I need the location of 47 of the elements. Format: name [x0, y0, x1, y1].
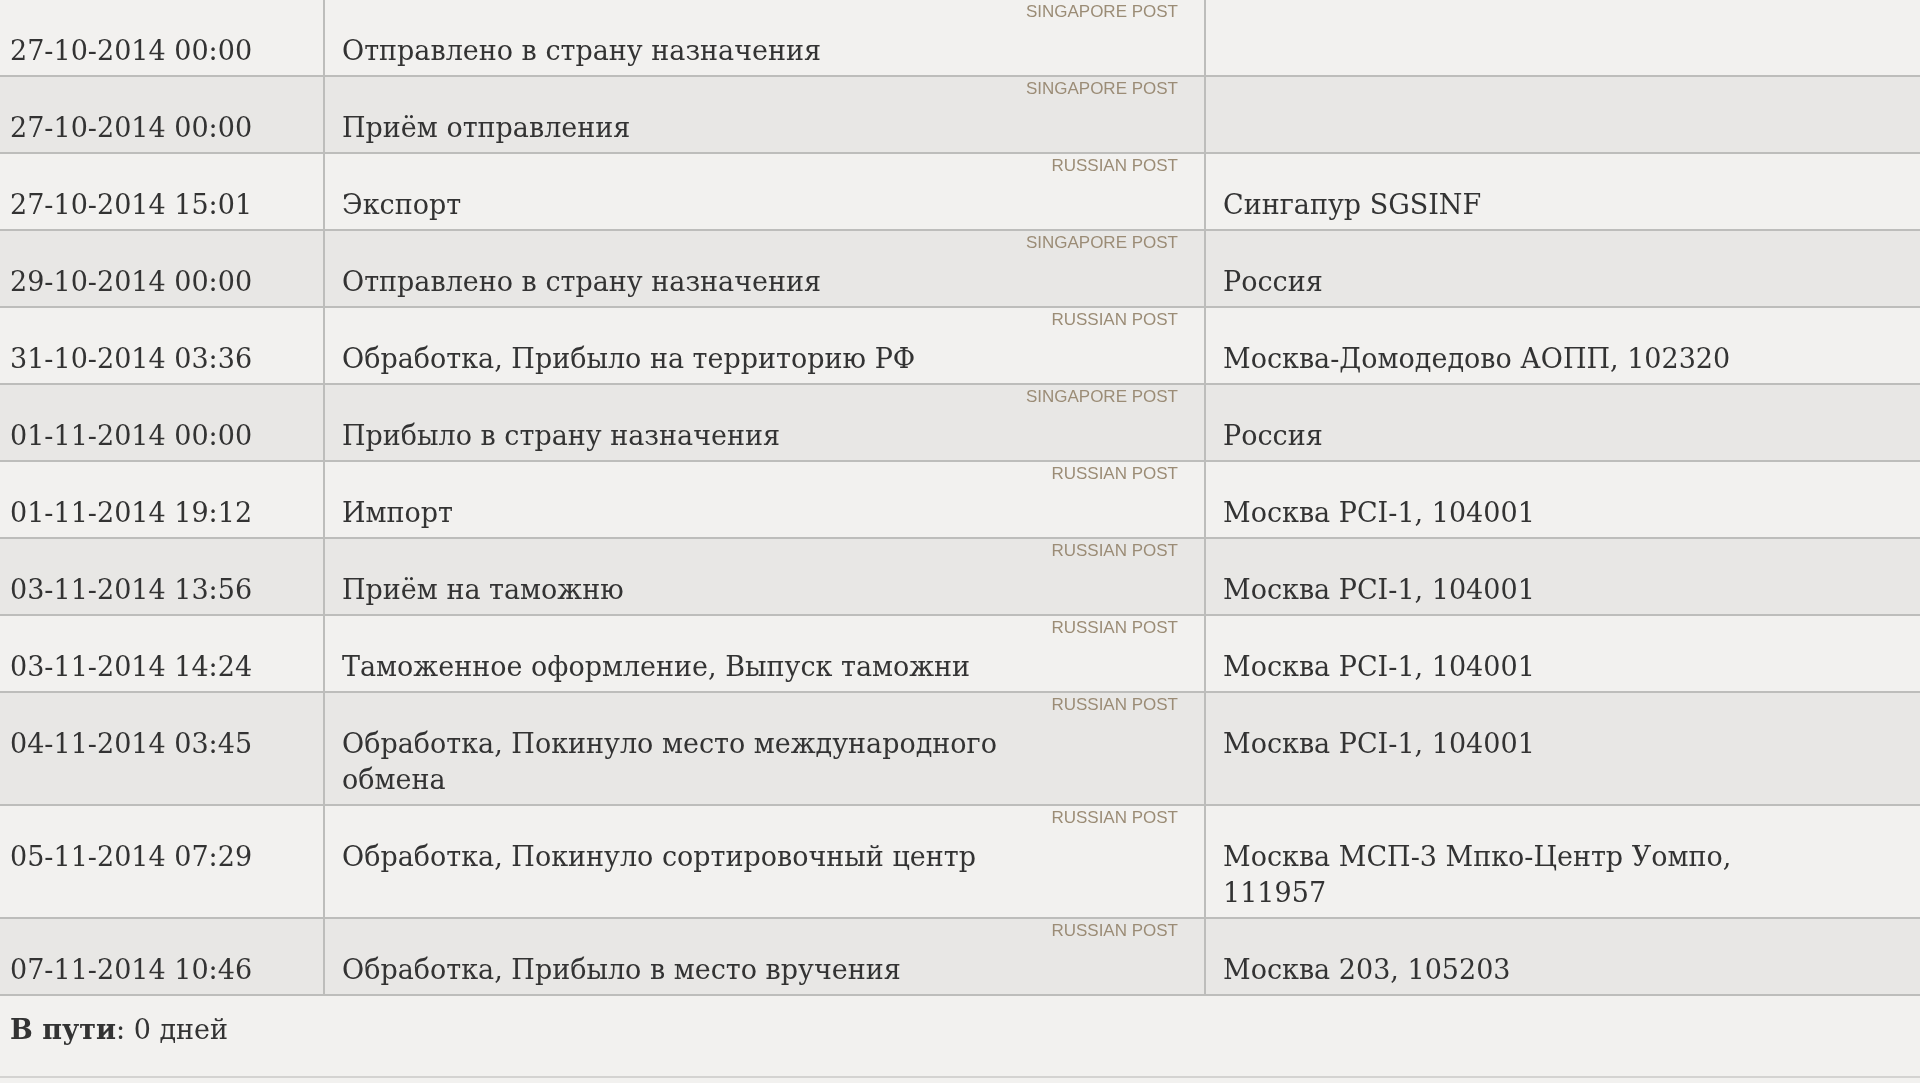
carrier-label: RUSSIAN POST: [1051, 618, 1178, 638]
event-date: 27-10-2014 00:00: [10, 112, 253, 143]
event-date: 05-11-2014 07:29: [10, 841, 253, 872]
event-status: Приём на таможню: [342, 573, 625, 607]
event-status: Прибыло в страну назначения: [342, 419, 781, 453]
carrier-label: SINGAPORE POST: [1025, 2, 1178, 22]
carrier-label: RUSSIAN POST: [1051, 464, 1178, 484]
event-location: Москва 203, 105203: [1223, 954, 1511, 985]
carrier-label: RUSSIAN POST: [1051, 808, 1178, 828]
transit-time: В пути: 0 дней: [10, 1014, 229, 1045]
event-location: Москва МСП-3 Мпко-Центр Уомпо, 111957: [1223, 841, 1732, 908]
event-location: Россия: [1223, 420, 1323, 451]
event-status: Таможенное оформление, Выпуск таможни: [342, 650, 972, 684]
event-status: Экспорт: [342, 188, 463, 222]
event-location: Москва PCI-1, 104001: [1223, 728, 1535, 759]
event-status: Импорт: [342, 496, 455, 530]
event-date: 01-11-2014 19:12: [10, 497, 253, 528]
event-location: Сингапур SGSINF: [1223, 189, 1482, 220]
carrier-label: RUSSIAN POST: [1051, 541, 1178, 561]
event-status: Приём отправления: [342, 111, 632, 145]
event-location: Москва-Домодедово АОПП, 102320: [1223, 343, 1731, 374]
event-date: 07-11-2014 10:46: [10, 954, 253, 985]
event-date: 01-11-2014 00:00: [10, 420, 253, 451]
event-date: 04-11-2014 03:45: [10, 728, 253, 759]
event-date: 03-11-2014 14:24: [10, 651, 253, 682]
carrier-label: RUSSIAN POST: [1051, 695, 1178, 715]
carrier-label: RUSSIAN POST: [1051, 156, 1178, 176]
event-location: Россия: [1223, 266, 1323, 297]
event-date: 27-10-2014 00:00: [10, 35, 253, 66]
carrier-label: SINGAPORE POST: [1025, 387, 1178, 407]
event-status: Отправлено в страну назначения: [342, 34, 823, 68]
carrier-label: RUSSIAN POST: [1051, 310, 1178, 330]
event-status: Обработка, Прибыло на территорию РФ: [342, 342, 917, 376]
event-status: Отправлено в страну назначения: [342, 265, 823, 299]
carrier-label: SINGAPORE POST: [1025, 233, 1178, 253]
event-date: 31-10-2014 03:36: [10, 343, 253, 374]
event-location: Москва PCI-1, 104001: [1223, 497, 1535, 528]
event-date: 27-10-2014 15:01: [10, 189, 253, 220]
event-date: 03-11-2014 13:56: [10, 574, 253, 605]
event-status: Обработка, Прибыло в место вручения: [342, 953, 902, 987]
event-location: Москва PCI-1, 104001: [1223, 574, 1535, 605]
event-location: Москва PCI-1, 104001: [1223, 651, 1535, 682]
event-status: Обработка, Покинуло место международного обмена: [342, 727, 998, 797]
carrier-label: RUSSIAN POST: [1051, 921, 1178, 941]
event-date: 29-10-2014 00:00: [10, 266, 253, 297]
carrier-label: SINGAPORE POST: [1025, 79, 1178, 99]
event-status: Обработка, Покинуло сортировочный центр: [342, 840, 977, 874]
